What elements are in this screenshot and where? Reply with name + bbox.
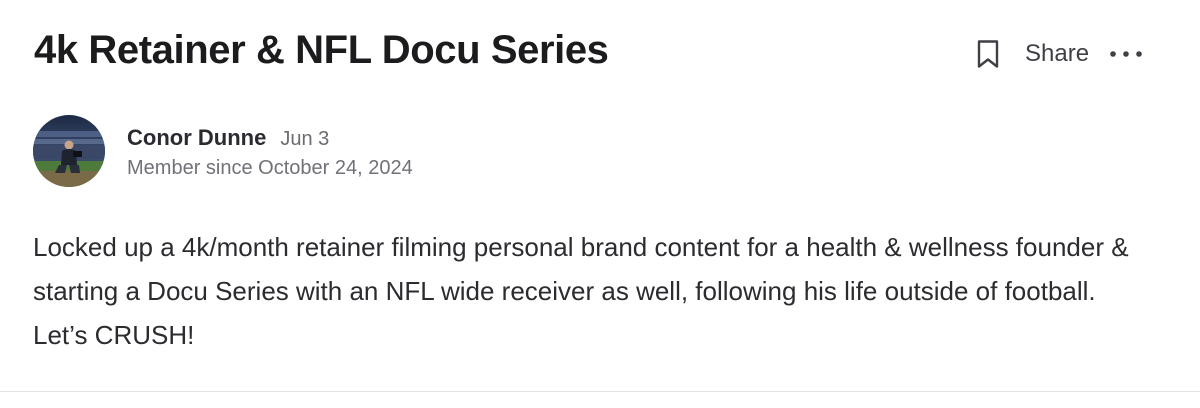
author-info: Conor Dunne Jun 3 Member since October 2… (33, 115, 413, 187)
more-horizontal-icon (1110, 51, 1142, 57)
bookmark-icon (977, 40, 999, 68)
bookmark-button[interactable] (970, 36, 1006, 72)
member-since: Member since October 24, 2024 (127, 157, 413, 179)
avatar[interactable] (33, 115, 105, 187)
avatar-photo (33, 115, 105, 187)
post-body: Locked up a 4k/month retainer filming pe… (33, 232, 1129, 350)
author-name[interactable]: Conor Dunne (127, 125, 266, 151)
author-name-line: Conor Dunne Jun 3 (127, 125, 413, 151)
post-card: 4k Retainer & NFL Docu Series Share Cono… (0, 0, 1200, 408)
share-button[interactable]: Share (1025, 40, 1089, 68)
post-date: Jun 3 (280, 128, 330, 150)
post-actions: Share (970, 36, 1143, 72)
more-options-button[interactable] (1109, 36, 1143, 72)
author-meta: Conor Dunne Jun 3 Member since October 2… (127, 115, 413, 180)
post-title: 4k Retainer & NFL Docu Series (34, 28, 609, 72)
divider (0, 391, 1200, 392)
